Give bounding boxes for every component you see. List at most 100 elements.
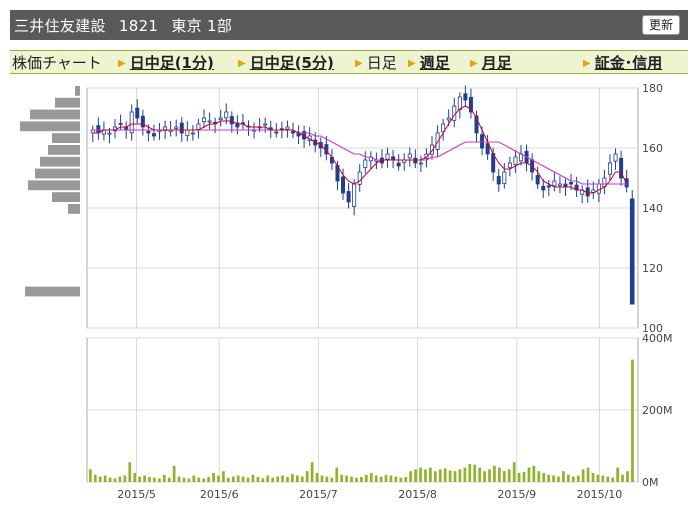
volume-bar <box>453 471 457 482</box>
volume-bar <box>419 467 422 482</box>
candle <box>146 130 151 134</box>
volume-bar <box>276 476 279 482</box>
volume-bar <box>601 475 605 482</box>
volume-bar <box>212 473 215 482</box>
candle <box>613 153 618 162</box>
volume-bar <box>374 475 378 482</box>
volume-bar <box>261 478 265 482</box>
volume-bar <box>207 476 210 482</box>
candle <box>151 133 156 137</box>
volume-bar <box>537 471 541 482</box>
candle <box>507 162 512 169</box>
volume-bar <box>532 465 536 482</box>
x-tick-label: 2015/7 <box>299 488 338 501</box>
volume-bar <box>153 477 156 482</box>
volume-bar <box>335 467 339 482</box>
volume-bar <box>576 475 580 482</box>
volume-bar <box>389 475 393 482</box>
volume-bar <box>483 471 486 482</box>
volume-bar <box>231 476 235 482</box>
volume-bar <box>167 477 171 482</box>
candle <box>352 183 357 207</box>
candle <box>385 153 390 160</box>
volume-bar <box>187 478 191 482</box>
volume-bar <box>177 476 181 482</box>
candle <box>341 176 346 194</box>
candle <box>207 120 212 123</box>
volume-bar <box>458 469 462 482</box>
volume-bar <box>286 476 289 482</box>
volume-bar <box>350 476 353 482</box>
x-tick-label: 2015/9 <box>497 488 536 501</box>
volume-bar <box>493 465 496 482</box>
candle <box>535 175 540 185</box>
candle <box>290 131 295 134</box>
volume-bar <box>330 477 334 482</box>
candle <box>541 185 546 191</box>
volume-bar <box>542 473 546 482</box>
candle <box>179 122 184 134</box>
volume-profile-bar <box>30 109 80 120</box>
volume-bar <box>305 471 309 482</box>
candle <box>118 123 123 125</box>
volume-bar <box>300 476 304 482</box>
x-tick-label: 2015/8 <box>398 488 437 501</box>
volume-bar <box>148 476 151 482</box>
volume-bar <box>468 464 472 482</box>
volume-bar <box>202 478 206 482</box>
volume-bar <box>611 477 615 482</box>
volume-bar <box>591 473 595 482</box>
volume-bar <box>473 464 477 482</box>
candle <box>569 182 574 185</box>
candle <box>396 162 401 167</box>
volume-profile-bar <box>75 86 80 96</box>
candle <box>135 107 140 119</box>
volume-bar <box>182 477 186 482</box>
volume-profile-bar <box>48 145 80 155</box>
candle <box>502 171 507 184</box>
volume-tick-label: 200M <box>642 404 673 417</box>
volume-bar <box>103 475 107 482</box>
candle <box>357 171 362 185</box>
volume-bar <box>567 474 570 482</box>
candle <box>463 93 468 101</box>
x-tick-label: 2015/5 <box>117 488 156 501</box>
candle <box>346 191 351 203</box>
volume-bar <box>463 467 467 482</box>
price-tick-label: 160 <box>642 142 663 155</box>
volume-tick-label: 0M <box>642 476 659 489</box>
x-tick-label: 2015/6 <box>200 488 239 501</box>
volume-bar <box>512 462 516 482</box>
volume-bar <box>360 476 363 482</box>
volume-bar <box>571 476 575 482</box>
volume-bar <box>547 474 551 482</box>
volume-bar <box>394 476 398 482</box>
volume-bar <box>409 471 413 482</box>
volume-bar <box>143 475 146 482</box>
volume-bar <box>271 477 275 482</box>
price-tick-label: 120 <box>642 262 663 275</box>
volume-bar <box>162 474 166 482</box>
volume-bar <box>621 474 624 482</box>
volume-bar <box>340 474 344 482</box>
volume-bar <box>502 471 506 482</box>
volume-bar <box>364 474 368 482</box>
volume-profile-bar <box>25 286 80 297</box>
candle <box>496 176 501 185</box>
volume-bar <box>557 476 560 482</box>
volume-bar <box>197 477 201 482</box>
volume-bar <box>414 469 417 482</box>
candle <box>546 185 551 188</box>
volume-bar <box>438 469 442 482</box>
volume-bar <box>217 475 220 482</box>
volume-bar <box>379 476 383 482</box>
volume-profile-bar <box>20 121 80 132</box>
volume-profile-bar <box>52 133 80 143</box>
volume-bar <box>256 476 260 482</box>
volume-bar <box>133 473 137 482</box>
volume-bar <box>404 476 408 482</box>
candle <box>263 123 268 126</box>
candle <box>607 162 612 175</box>
volume-bar <box>113 478 117 482</box>
volume-bar <box>138 476 141 482</box>
